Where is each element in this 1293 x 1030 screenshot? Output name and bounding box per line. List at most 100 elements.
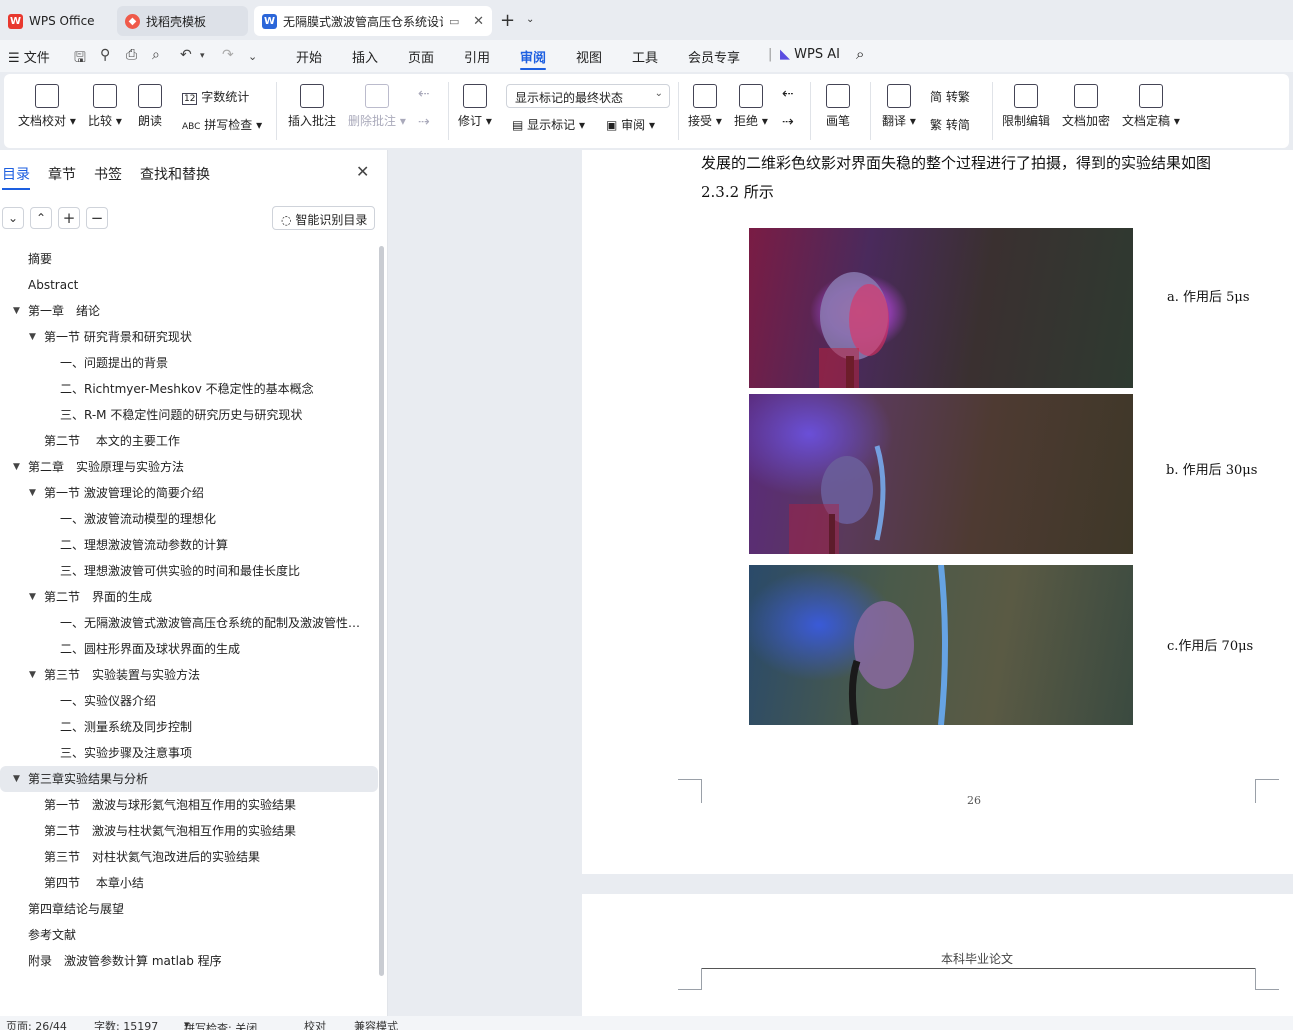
monitor-icon[interactable]: ▭ (449, 15, 459, 28)
tab-toc[interactable]: 目录 (2, 164, 30, 190)
toc-item[interactable]: ▼ 第二节 界面的生成 (0, 584, 378, 610)
toc-item[interactable]: 第四节 本章小结 (0, 870, 378, 896)
encrypt-button[interactable]: 文档加密 (1062, 84, 1110, 129)
undo-dropdown-icon[interactable]: ▾ (200, 51, 205, 61)
toc-item[interactable]: 二、Richtmyer-Meshkov 不稳定性的基本概念 (0, 376, 378, 402)
toc-item[interactable]: 二、测量系统及同步控制 (0, 714, 378, 740)
accept-button[interactable]: 接受 ▾ (688, 84, 722, 129)
toc-item[interactable]: 参考文献 (0, 922, 378, 948)
reject-button[interactable]: 拒绝 ▾ (734, 84, 768, 129)
menu-insert[interactable]: 插入 (352, 47, 378, 66)
toc-item[interactable]: ▼ 第一节 激波管理论的简要介绍 (0, 480, 378, 506)
print-preview-icon[interactable]: ⌕ (152, 47, 160, 63)
word-count-button[interactable]: 12 字数统计 (182, 88, 249, 105)
menu-references[interactable]: 引用 (464, 47, 490, 66)
expand-toggle-icon[interactable]: ▼ (29, 584, 36, 610)
proofread-button[interactable]: 文档校对 ▾ (18, 84, 76, 129)
menu-page[interactable]: 页面 (408, 47, 434, 66)
toc-item[interactable]: ▼ 第三节 实验装置与实验方法 (0, 662, 378, 688)
toc-item[interactable]: 摘要 (0, 246, 378, 272)
more-chevron-icon[interactable]: ⌄ (248, 50, 257, 63)
restrict-edit-button[interactable]: 限制编辑 (1002, 84, 1050, 129)
menu-review[interactable]: 审阅 (520, 47, 547, 70)
tab-sections[interactable]: 章节 (48, 164, 76, 186)
toc-item[interactable]: 第二节 本文的主要工作 (0, 428, 378, 454)
toc-item[interactable]: 一、激波管流动模型的理想化 (0, 506, 378, 532)
compare-button[interactable]: 比较 ▾ (88, 84, 122, 129)
toc-item[interactable]: 三、理想激波管可供实验的时间和最佳长度比 (0, 558, 378, 584)
spell-check-button[interactable]: ABC 拼写检查 ▾ (182, 116, 262, 133)
add-icon[interactable]: + (58, 207, 80, 229)
file-menu[interactable]: ☰ 文件 (8, 47, 50, 66)
tab-find-replace[interactable]: 查找和替换 (140, 164, 210, 186)
toc-item[interactable]: ▼ 第三章实验结果与分析 (0, 766, 378, 792)
markup-mode-select[interactable]: 显示标记的最终状态 ⌄ (506, 84, 670, 108)
expand-toggle-icon[interactable]: ▼ (29, 480, 36, 506)
toc-item[interactable]: 第四章结论与展望 (0, 896, 378, 922)
chevron-down-icon[interactable]: ⌄ (526, 14, 534, 25)
menu-home[interactable]: 开始 (296, 47, 322, 66)
toc-item[interactable]: ▼ 第二章 实验原理与实验方法 (0, 454, 378, 480)
translate-button[interactable]: 翻译 ▾ (882, 84, 916, 129)
collapse-icon[interactable]: ⌄ (2, 207, 24, 229)
finalize-button[interactable]: 文档定稿 ▾ (1122, 84, 1180, 129)
wps-ai-button[interactable]: ◣ WPS AI (780, 47, 840, 62)
toc-item[interactable]: 第二节 激波与柱状氦气泡相互作用的实验结果 (0, 818, 378, 844)
tab-bookmarks[interactable]: 书签 (94, 164, 122, 186)
toc-item[interactable]: Abstract (0, 272, 378, 298)
toc-item[interactable]: 一、无隔激波管式激波管高压仓系统的配制及激波管性能分析 (0, 610, 378, 636)
expand-toggle-icon[interactable]: ▼ (29, 324, 36, 350)
to-simplified-button[interactable]: 繁 转简 (930, 116, 970, 133)
toc-item[interactable]: 一、问题提出的背景 (0, 350, 378, 376)
menu-tools[interactable]: 工具 (632, 47, 658, 66)
to-traditional-button[interactable]: 简 转繁 (930, 88, 970, 105)
toc-item[interactable]: 二、圆柱形界面及球状界面的生成 (0, 636, 378, 662)
expand-toggle-icon[interactable]: ▼ (13, 298, 20, 324)
redo-icon[interactable]: ↷ (222, 47, 234, 63)
next-comment-icon[interactable]: ⇢ (418, 114, 430, 130)
delete-comment-button[interactable]: 删除批注 ▾ (348, 84, 406, 129)
track-changes-button[interactable]: 修订 ▾ (458, 84, 492, 129)
insert-comment-button[interactable]: 插入批注 (288, 84, 336, 129)
toc-scrollbar[interactable] (379, 246, 384, 976)
review-pane-button[interactable]: ▣ 审阅 ▾ (606, 116, 655, 133)
search-icon[interactable]: ⌕ (856, 45, 864, 63)
status-page[interactable]: 页面: 26/44 (6, 1018, 67, 1030)
tab-docer[interactable]: ◆ 找稻壳模板 (117, 6, 248, 36)
close-icon[interactable]: ✕ (473, 14, 484, 29)
toc-item[interactable]: 附录 激波管参数计算 matlab 程序 (0, 948, 378, 974)
status-spell[interactable]: 拼写检查: 关闭 ▾ (184, 1018, 257, 1030)
toc-item[interactable]: ▼ 第一节 研究背景和研究现状 (0, 324, 378, 350)
tab-wps-office[interactable]: W WPS Office (0, 6, 112, 36)
prev-comment-icon[interactable]: ⇠ (418, 86, 430, 102)
undo-icon[interactable]: ↶ (180, 47, 192, 63)
toc-item[interactable]: ▼ 第一章 绪论 (0, 298, 378, 324)
expand-toggle-icon[interactable]: ▼ (29, 662, 36, 688)
remove-icon[interactable]: − (86, 207, 108, 229)
toc-item[interactable]: 三、R-M 不稳定性问题的研究历史与研究现状 (0, 402, 378, 428)
new-tab-icon[interactable]: + (500, 10, 515, 31)
expand-toggle-icon[interactable]: ▼ (13, 766, 20, 792)
menu-view[interactable]: 视图 (576, 47, 602, 66)
share-icon[interactable]: ⚲ (100, 47, 110, 63)
print-icon[interactable]: ⎙ (126, 47, 137, 63)
read-aloud-button[interactable]: 朗读 (138, 84, 162, 129)
toc-item[interactable]: 一、实验仪器介绍 (0, 688, 378, 714)
status-words[interactable]: 字数: 15197 (94, 1018, 158, 1030)
toc-item[interactable]: 第三节 对柱状氦气泡改进后的实验结果 (0, 844, 378, 870)
expand-toggle-icon[interactable]: ▼ (13, 454, 20, 480)
toc-item[interactable]: 二、理想激波管流动参数的计算 (0, 532, 378, 558)
pen-button[interactable]: 画笔 (826, 84, 850, 129)
show-markup-button[interactable]: ▤ 显示标记 ▾ (512, 116, 585, 133)
next-change-icon[interactable]: ⇢ (782, 114, 794, 130)
expand-icon[interactable]: ⌃ (30, 207, 52, 229)
close-icon[interactable]: ✕ (356, 162, 369, 181)
toc-item[interactable]: 三、实验步骤及注意事项 (0, 740, 378, 766)
save-icon[interactable]: 🖫 (74, 47, 86, 71)
status-proof[interactable]: 校对 (304, 1018, 326, 1030)
menu-member[interactable]: 会员专享 (688, 47, 740, 66)
prev-change-icon[interactable]: ⇠ (782, 86, 794, 102)
toc-item[interactable]: 第一节 激波与球形氦气泡相互作用的实验结果 (0, 792, 378, 818)
ai-toc-button[interactable]: ◌ 智能识别目录 (272, 206, 375, 230)
tab-document[interactable]: W 无隔膜式激波管高压仓系统设计 ▭ ✕ (254, 6, 492, 36)
